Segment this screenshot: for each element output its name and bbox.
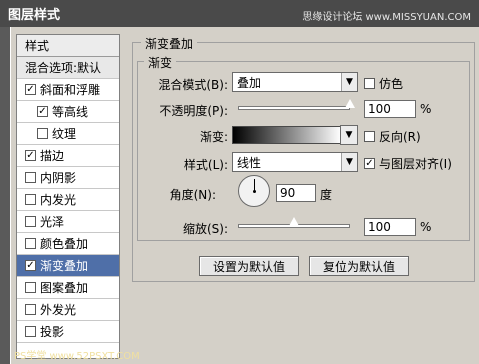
- style-list-item-label: 颜色叠加: [40, 237, 89, 251]
- style-list: 样式 混合选项:默认 ✓ 斜面和浮雕 ✓ 等高线纹理 ✓ 描边内阴影内发光光泽颜色叠加 ✓ 渐…: [16, 34, 120, 359]
- opacity-input[interactable]: 100: [364, 100, 416, 118]
- style-list-item[interactable]: 颜色叠加: [17, 233, 119, 255]
- style-list-item-label: 斜面和浮雕: [40, 83, 101, 97]
- gradient-style-value: 线性: [237, 155, 262, 170]
- align-with-layer-checkbox[interactable]: ✓ 与图层对齐(I): [364, 155, 452, 172]
- reverse-check-box[interactable]: [364, 131, 375, 142]
- set-default-button[interactable]: 设置为默认值: [199, 256, 299, 276]
- style-list-item-label: 内发光: [40, 193, 77, 207]
- opacity-slider-thumb[interactable]: [344, 98, 356, 109]
- style-list-item-label: 描边: [40, 149, 65, 163]
- angle-dial-icon[interactable]: [238, 175, 270, 207]
- angle-input[interactable]: 90: [276, 184, 316, 202]
- style-list-item[interactable]: ✓ 等高线: [17, 101, 119, 123]
- dither-label: 仿色: [379, 77, 404, 91]
- scale-label: 缩放(S):: [182, 222, 228, 236]
- opacity-unit: %: [420, 102, 432, 116]
- style-list-item-label: 纹理: [52, 127, 77, 141]
- style-checkbox[interactable]: [25, 216, 36, 227]
- gradient-picker-button[interactable]: ▼: [340, 125, 358, 145]
- gradient-preview[interactable]: [232, 126, 342, 144]
- scale-unit: %: [420, 220, 432, 234]
- chevron-down-icon: ▼: [341, 73, 357, 91]
- layer-style-dialog: 样式 混合选项:默认 ✓ 斜面和浮雕 ✓ 等高线 纹理 ✓ 描边 内阴影 内发光 光泽 颜色叠加 ✓ 渐…: [10, 27, 479, 364]
- gradient-label: 渐变:: [199, 130, 228, 144]
- style-list-item-label: 投影: [40, 325, 65, 339]
- style-list-item-label: 等高线: [52, 105, 89, 119]
- subgroup-title: 渐变: [144, 54, 177, 71]
- style-list-item-label: 光泽: [40, 215, 65, 229]
- opacity-label: 不透明度(P):: [159, 104, 228, 118]
- chevron-down-icon: ▼: [341, 153, 357, 171]
- style-checkbox[interactable]: [25, 194, 36, 205]
- gradient-subgroup: 渐变 混合模式(B): 叠加 ▼ 仿色 不透明度(P): 100 % 渐变: ▼: [137, 54, 470, 241]
- style-list-item-label: 图案叠加: [40, 281, 89, 295]
- gradient-overlay-group: 渐变叠加 渐变 混合模式(B): 叠加 ▼ 仿色 不透明度(P): 100 % …: [132, 35, 475, 282]
- scale-slider-thumb[interactable]: [288, 216, 300, 227]
- style-list-item[interactable]: 内阴影: [17, 167, 119, 189]
- title-bar: 图层样式 思缘设计论坛 www.MISSYUAN.COM: [0, 0, 479, 27]
- align-check-box[interactable]: ✓: [364, 158, 375, 169]
- footer-watermark: PS学堂 www.52PSXT.COM: [14, 350, 140, 362]
- style-list-item-label: 内阴影: [40, 171, 77, 185]
- style-list-item[interactable]: ✓ 描边: [17, 145, 119, 167]
- style-list-item[interactable]: 光泽: [17, 211, 119, 233]
- left-edge: [0, 27, 10, 364]
- dither-check-box[interactable]: [364, 78, 375, 89]
- style-checkbox[interactable]: ✓: [25, 150, 36, 161]
- gradient-style-select[interactable]: 线性 ▼: [232, 152, 358, 172]
- opacity-slider[interactable]: [238, 106, 350, 110]
- style-list-header[interactable]: 样式: [17, 35, 119, 57]
- blend-mode-value: 叠加: [237, 75, 262, 90]
- group-title: 渐变叠加: [141, 35, 198, 52]
- blend-mode-label: 混合模式(B):: [158, 78, 228, 92]
- style-list-item[interactable]: ✓ 斜面和浮雕: [17, 79, 119, 101]
- reverse-checkbox[interactable]: 反向(R): [364, 128, 421, 145]
- blend-options-item[interactable]: 混合选项:默认: [17, 57, 119, 79]
- style-checkbox[interactable]: [25, 238, 36, 249]
- style-list-item[interactable]: 图案叠加: [17, 277, 119, 299]
- window-title: 图层样式: [8, 8, 61, 23]
- blend-mode-select[interactable]: 叠加 ▼: [232, 72, 358, 92]
- style-checkbox[interactable]: [25, 172, 36, 183]
- style-list-item[interactable]: 投影: [17, 321, 119, 343]
- style-list-item[interactable]: ✓ 渐变叠加: [17, 255, 119, 277]
- style-list-item[interactable]: 外发光: [17, 299, 119, 321]
- chevron-down-icon: ▼: [341, 126, 357, 144]
- style-checkbox[interactable]: [37, 128, 48, 139]
- style-label: 样式(L):: [183, 158, 228, 172]
- align-label: 与图层对齐(I): [379, 157, 452, 171]
- style-checkbox[interactable]: ✓: [37, 106, 48, 117]
- style-list-item[interactable]: 纹理: [17, 123, 119, 145]
- style-list-item[interactable]: 内发光: [17, 189, 119, 211]
- style-list-item-label: 渐变叠加: [40, 259, 89, 273]
- style-checkbox[interactable]: [25, 326, 36, 337]
- blend-options-label: 混合选项:默认: [25, 61, 102, 75]
- angle-label: 角度(N):: [169, 188, 216, 202]
- reverse-label: 反向(R): [379, 130, 421, 144]
- style-checkbox[interactable]: ✓: [25, 260, 36, 271]
- reset-default-button[interactable]: 复位为默认值: [309, 256, 409, 276]
- style-checkbox[interactable]: [25, 304, 36, 315]
- dither-checkbox[interactable]: 仿色: [364, 75, 403, 92]
- style-checkbox[interactable]: ✓: [25, 84, 36, 95]
- scale-input[interactable]: 100: [364, 218, 416, 236]
- style-checkbox[interactable]: [25, 282, 36, 293]
- site-watermark: 思缘设计论坛 www.MISSYUAN.COM: [302, 12, 471, 23]
- angle-unit: 度: [320, 188, 333, 202]
- style-list-item-label: 外发光: [40, 303, 77, 317]
